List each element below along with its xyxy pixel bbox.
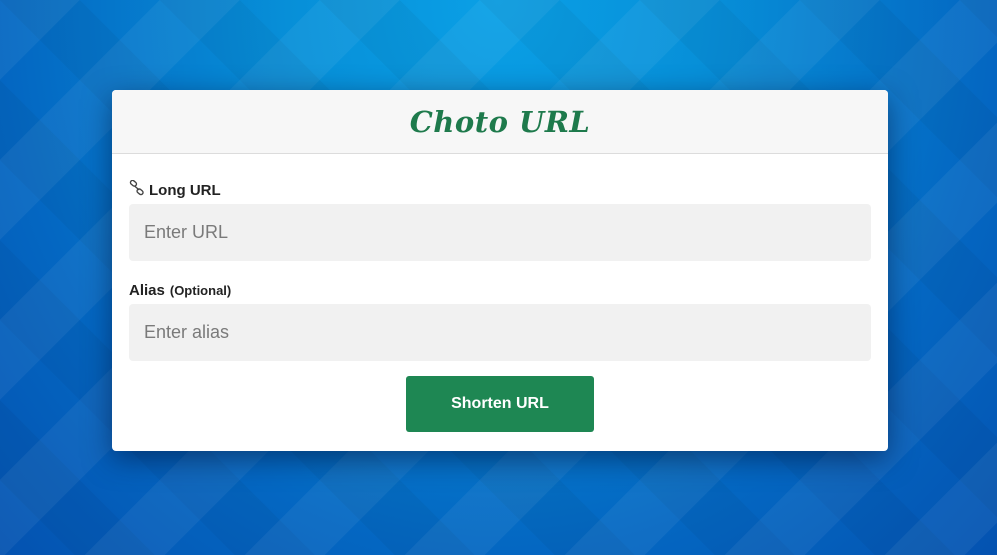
submit-row: Shorten URL bbox=[129, 376, 871, 432]
card-header: Choto URL bbox=[112, 90, 888, 154]
alias-label-text: Alias bbox=[129, 281, 165, 299]
alias-label: Alias (Optional) bbox=[129, 280, 871, 300]
shorten-url-button[interactable]: Shorten URL bbox=[406, 376, 594, 432]
shortener-card: Choto URL Long URL Alias (Optional) Sho bbox=[112, 90, 888, 451]
long-url-label: Long URL bbox=[129, 179, 871, 200]
optional-hint: (Optional) bbox=[169, 282, 232, 298]
long-url-input[interactable] bbox=[129, 204, 871, 261]
app-title: Choto URL bbox=[409, 104, 591, 139]
alias-input[interactable] bbox=[129, 304, 871, 361]
form-body: Long URL Alias (Optional) Shorten URL bbox=[112, 179, 888, 432]
long-url-label-text: Long URL bbox=[149, 181, 221, 199]
link-icon bbox=[129, 179, 145, 196]
